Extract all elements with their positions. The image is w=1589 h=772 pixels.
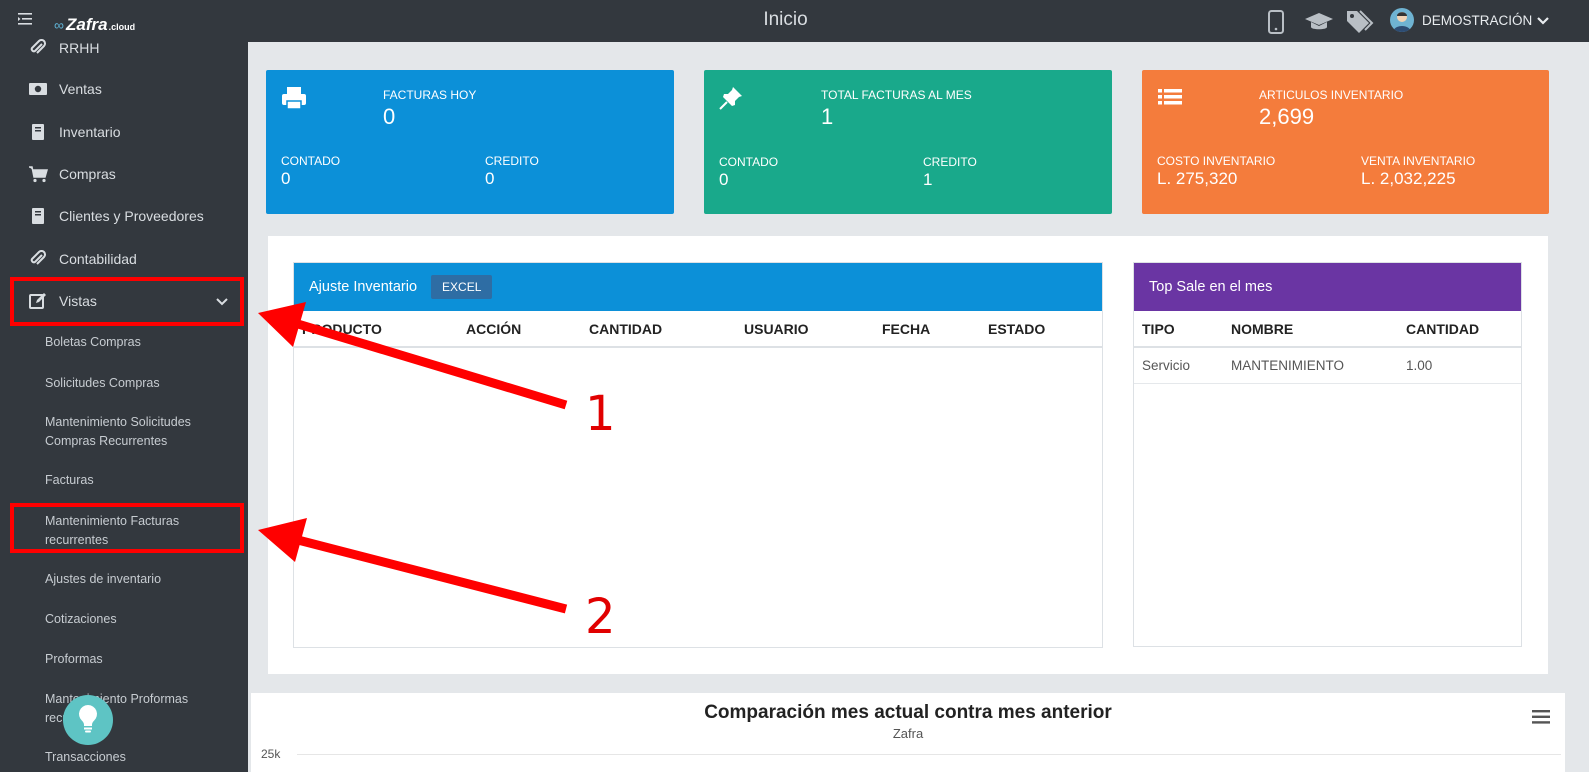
arrow-head-2 [258, 518, 307, 562]
annotation-number-1: 1 [585, 386, 616, 442]
arrow-head-1 [258, 302, 306, 347]
annotation-arrows [258, 302, 568, 614]
arrow-line-1 [296, 319, 568, 410]
annotation-number-2: 2 [585, 589, 616, 645]
arrow-line-2 [296, 535, 568, 614]
